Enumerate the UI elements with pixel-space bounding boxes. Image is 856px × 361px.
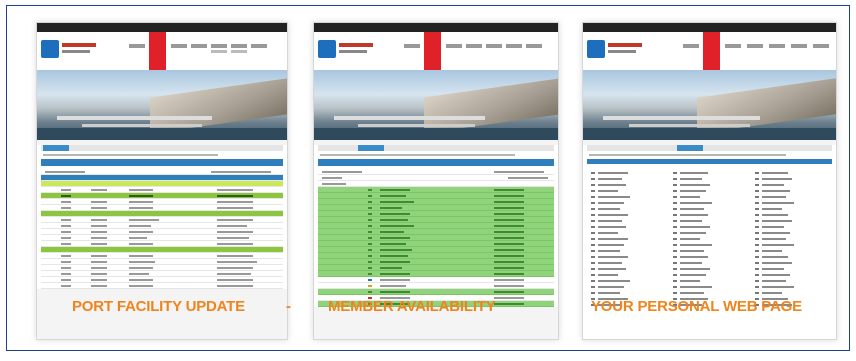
nav-item[interactable] <box>769 44 785 48</box>
tabs <box>318 145 554 151</box>
search-bar[interactable] <box>318 159 554 166</box>
nav-item[interactable] <box>404 44 420 48</box>
top-bar <box>37 23 287 32</box>
site-logo <box>41 40 99 62</box>
nav-item[interactable] <box>251 44 267 48</box>
nav-item[interactable] <box>683 44 699 48</box>
nav-item[interactable] <box>446 44 462 48</box>
nav-item[interactable] <box>813 44 829 48</box>
search-bar[interactable] <box>587 159 832 164</box>
site-logo <box>587 40 645 62</box>
search-bar[interactable] <box>41 159 283 166</box>
nav-item[interactable] <box>526 44 542 48</box>
port-facility-table <box>37 145 287 289</box>
harbor-banner-image <box>37 70 287 140</box>
directory-column <box>673 170 749 308</box>
tabs <box>41 145 283 151</box>
site-header <box>314 32 558 70</box>
nav-item[interactable] <box>725 44 741 48</box>
nav-item-active[interactable] <box>149 32 166 70</box>
directory-column <box>591 170 667 308</box>
nav-item[interactable] <box>747 44 763 48</box>
personal-web-page-caption: YOUR PERSONAL WEB PAGE <box>591 298 802 315</box>
personal-web-page-screenshot <box>582 22 837 340</box>
port-facility-screenshot <box>36 22 288 340</box>
nav-item-active[interactable] <box>703 32 720 70</box>
harbor-banner-image <box>314 70 558 140</box>
member-availability-screenshot <box>313 22 559 340</box>
member-availability-table <box>314 145 558 307</box>
site-header <box>583 32 836 70</box>
nav-item[interactable] <box>171 44 187 48</box>
nav-item[interactable] <box>231 44 247 48</box>
harbor-banner-image <box>583 70 836 140</box>
nav-item[interactable] <box>211 50 227 53</box>
top-bar <box>314 23 558 32</box>
nav-item[interactable] <box>129 44 145 48</box>
nav-item[interactable] <box>506 44 522 48</box>
caption-separator: - <box>286 298 291 315</box>
directory-column <box>755 170 831 308</box>
nav-item[interactable] <box>211 44 227 48</box>
site-logo <box>318 40 376 62</box>
nav-item[interactable] <box>486 44 502 48</box>
top-bar <box>583 23 836 32</box>
member-availability-caption: MEMBER AVAILABILITY <box>328 298 496 315</box>
nav-item[interactable] <box>791 44 807 48</box>
nav-item-active[interactable] <box>424 32 441 70</box>
nav-item[interactable] <box>466 44 482 48</box>
site-header <box>37 32 287 70</box>
nav-item[interactable] <box>191 44 207 48</box>
nav-item[interactable] <box>231 50 247 53</box>
tabs <box>587 145 832 151</box>
port-facility-update-caption: PORT FACILITY UPDATE <box>72 298 245 315</box>
